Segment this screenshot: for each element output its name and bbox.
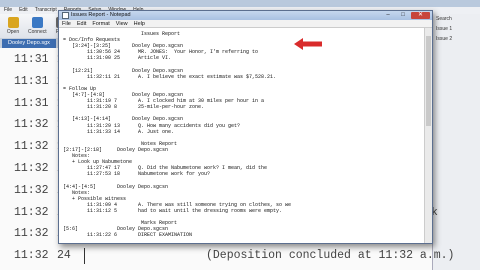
text-line: Notes Report (63, 140, 178, 147)
notepad-menu-help[interactable]: Help (134, 20, 145, 27)
text-line: + Look up Nabumetone (63, 159, 133, 166)
text-line: 11:31:00 25 Article VI. (63, 55, 172, 62)
text-line: 11:31:12 5 had to wait until the dressin… (63, 207, 283, 214)
right-panel-item[interactable]: Issue 2 (433, 34, 480, 44)
text-line: 11:31:33 14 A. Just one. (63, 128, 175, 135)
timestamp: 11:32 (14, 118, 49, 132)
text-line: 11:32:11 21 A. I believe the exact estim… (63, 73, 277, 80)
notepad-menu-file[interactable]: File (62, 20, 71, 27)
notepad-vertical-scrollbar[interactable] (424, 28, 432, 243)
notepad-title: Issues Report - Notepad (71, 12, 131, 18)
maximize-button[interactable]: □ (396, 12, 410, 19)
minimize-button[interactable]: – (381, 12, 395, 19)
timestamp: 11:32 (14, 162, 49, 175)
text-line: Marks Report (63, 220, 178, 227)
text-line: [5:6] Dooley Depo.sgcsn (63, 226, 169, 233)
text-line: 11:31:22 6 DIRECT EXAMINATION (63, 232, 193, 239)
text-line: [12:21] Dooley Depo.sgcsn (63, 67, 184, 74)
text-line: + Possible witness (63, 195, 127, 202)
right-panel-item[interactable]: Issue 1 (433, 24, 480, 34)
notepad-window: Issues Report - Notepad – □ ✕ File Edit Fo… (58, 10, 433, 244)
line-number: 24 (57, 249, 71, 263)
timestamp: 11:32 (14, 249, 49, 263)
text-line: [4:7]-[4:8] Dooley Depo.sgcsn (63, 92, 184, 98)
text-line: Issues Report (63, 31, 181, 37)
background-window-titlebar (0, 0, 480, 7)
notepad-menu-format[interactable]: Format (92, 20, 109, 27)
text-line: = Doc/Info Requests (63, 37, 121, 44)
notepad-menu-edit[interactable]: Edit (77, 20, 86, 27)
timestamp: 11:31 (14, 74, 49, 88)
timestamp: 11:32 (14, 183, 49, 197)
timestamp: 11:32 (14, 140, 49, 154)
text-line: = Follow Up (63, 85, 97, 92)
bg-menu-file[interactable]: File (4, 7, 12, 14)
notepad-text-area[interactable]: Issues Report = Doc/Info Requests [3:24]-… (59, 28, 425, 243)
bg-menu-transcript[interactable]: Transcript (35, 7, 57, 14)
toolbar-connect-button[interactable]: Connect (28, 17, 47, 35)
bg-menu-edit[interactable]: Edit (19, 7, 28, 14)
toolbar-label: Open (6, 29, 20, 35)
text-line: Notes: (63, 189, 91, 196)
transcript-row[interactable]: 11:32 24 (Deposition concluded at 11:32 a.… (0, 246, 454, 266)
scrollbar-thumb[interactable] (426, 36, 431, 126)
text-line: 11:31:20 8 25-mile-per-hour zone. (63, 104, 205, 111)
text-line: [4:13]-[4:14] Dooley Depo.sgcsn (63, 116, 184, 123)
right-panel-item[interactable]: Search (433, 14, 480, 24)
timestamp: 11:31 (14, 96, 49, 110)
notepad-app-icon (62, 12, 69, 19)
tab-dooley-depo[interactable]: Dooley Depo.sgx (2, 39, 56, 48)
text-line: Notes: (63, 153, 91, 159)
text-line: [3:24]-[3:25] Dooley Depo.sgcsn (63, 43, 184, 50)
text-line: 11:31:29 13 Q. How many accidents did yo… (63, 122, 241, 129)
text-line: [2:17]-[2:18] Dooley Depo.sgcsn (63, 146, 169, 153)
timestamp: 11:32 (14, 227, 49, 241)
text-line: [4:4]-[4:5] Dooley Depo.sgcsn (63, 183, 169, 190)
close-button[interactable]: ✕ (411, 12, 430, 19)
text-line: 11:27:53 18 Nabumetone work for you? (63, 171, 211, 178)
text-line: 11:27:47 17 Q. Did the Nabumetone work? … (63, 165, 268, 172)
timestamp: 11:32 (14, 205, 49, 219)
text-cursor (84, 248, 85, 265)
notepad-titlebar[interactable]: Issues Report - Notepad – □ ✕ (59, 11, 432, 20)
timestamp: 11:31 (14, 53, 49, 66)
text-line: 11:30:56 24 MR. JONES: Your Honor, I'm r… (63, 49, 259, 56)
toolbar-label: Connect (28, 29, 47, 35)
text-line: 11:31:19 7 A. I clocked him at 30 miles … (63, 98, 265, 105)
toolbar-open-button[interactable]: Open (4, 17, 22, 35)
right-side-panel: Search Issue 1 Issue 2 (432, 14, 480, 270)
notepad-menubar: File Edit Format View Help (59, 20, 432, 28)
transcript-text: (Deposition concluded at 11:32 a.m.) (206, 249, 455, 263)
text-line: 11:31:09 4 A. There was still someone tr… (63, 201, 292, 208)
connect-icon (31, 17, 43, 28)
folder-icon (7, 17, 19, 28)
notepad-menu-view[interactable]: View (116, 20, 128, 27)
red-arrow-annotation (294, 38, 322, 50)
